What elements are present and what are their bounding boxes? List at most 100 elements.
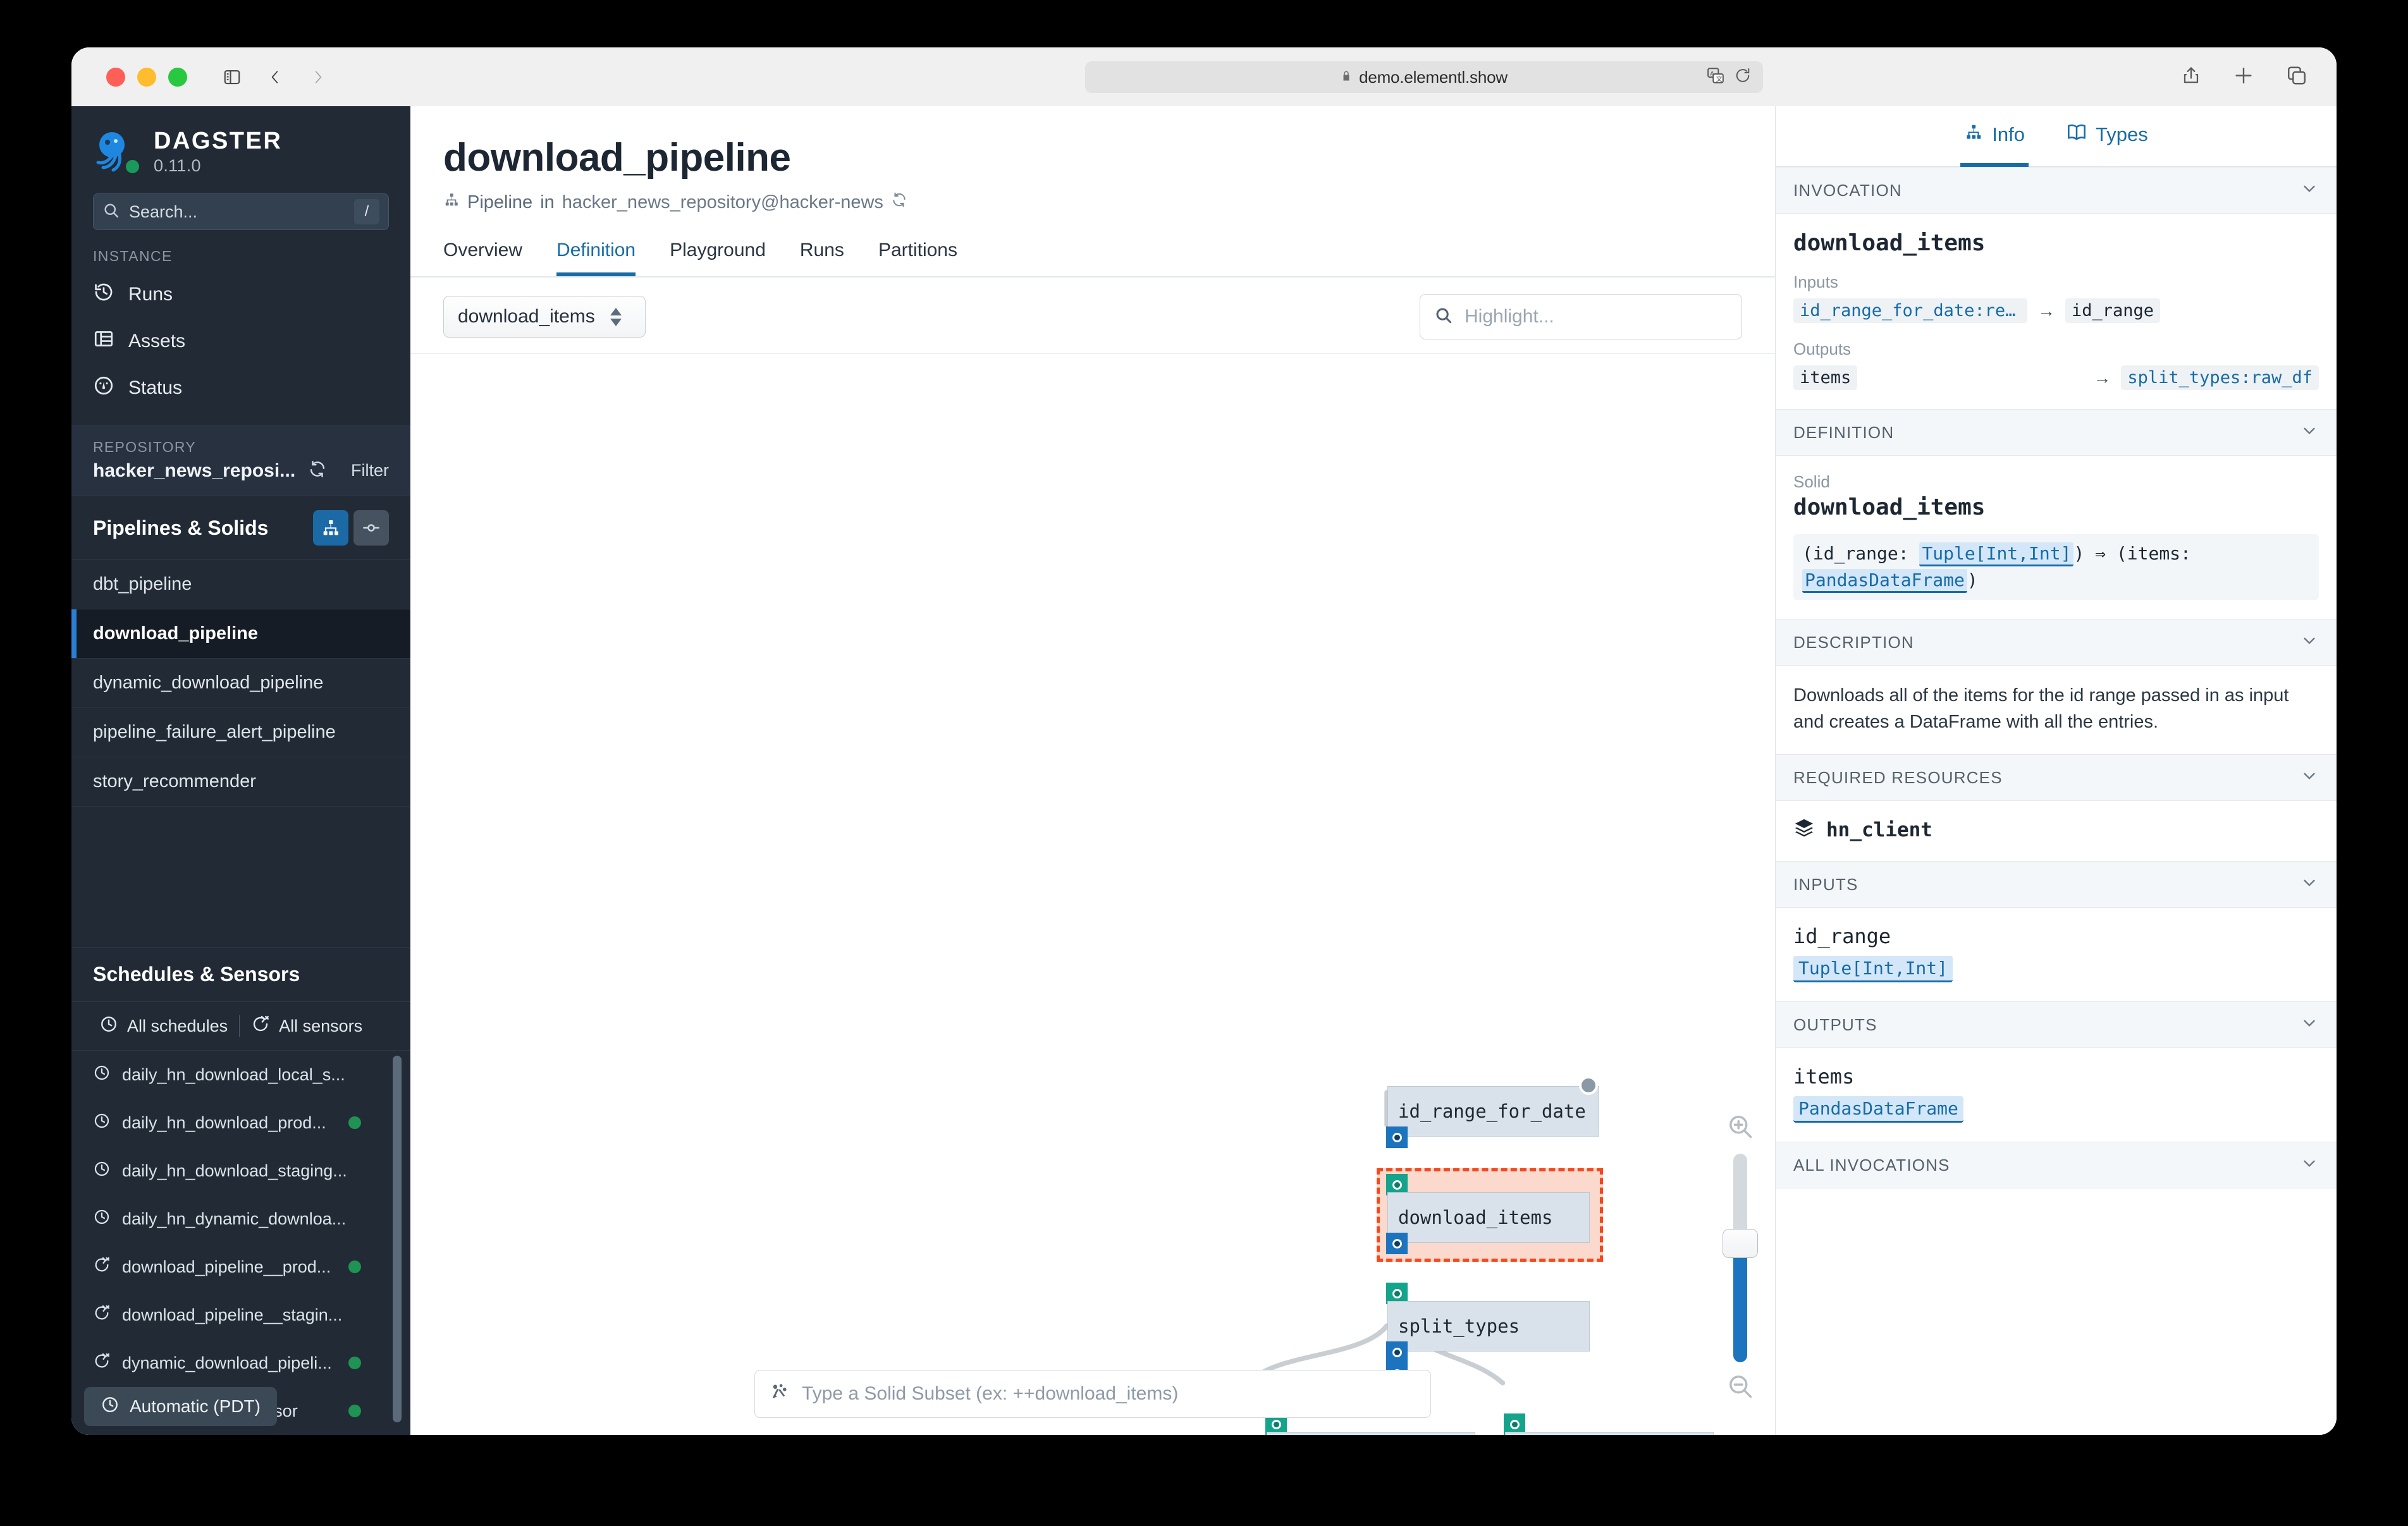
section-header-outputs[interactable]: OUTPUTS: [1776, 1001, 2337, 1049]
tab-overview[interactable]: Overview: [443, 240, 522, 276]
back-icon[interactable]: [261, 63, 290, 92]
sidebar-scrollbar[interactable]: [393, 1056, 402, 1422]
window-controls[interactable]: [106, 67, 187, 87]
layers-icon: [1793, 817, 1815, 842]
tab-types-label: Types: [2096, 123, 2148, 145]
graph-node-split_types[interactable]: split_types: [1387, 1301, 1590, 1352]
list-item[interactable]: daily_hn_download_local_s...: [71, 1051, 410, 1099]
tab-definition[interactable]: Definition: [556, 240, 636, 276]
close-window-button[interactable]: [106, 67, 125, 87]
breadcrumb-repository[interactable]: hacker_news_repository@hacker-news: [562, 192, 883, 213]
tab-info[interactable]: Info: [1960, 106, 2029, 167]
brand-block[interactable]: DAGSTER 0.11.0: [71, 106, 410, 182]
refresh-icon[interactable]: [891, 192, 907, 213]
list-item[interactable]: download_pipeline__stagin...: [71, 1291, 410, 1339]
tab-types[interactable]: Types: [2063, 106, 2152, 167]
chevron-down-icon: [2300, 421, 2319, 444]
output-port[interactable]: [1386, 1126, 1408, 1148]
zoom-in-icon[interactable]: [1726, 1113, 1754, 1144]
sidebar-item-assets[interactable]: Assets: [71, 318, 410, 365]
tab-overview-icon[interactable]: [2286, 64, 2307, 89]
plus-icon[interactable]: [2233, 64, 2254, 89]
section-label: ALL INVOCATIONS: [1793, 1155, 1950, 1175]
signature-type-dataframe[interactable]: PandasDataFrame: [1802, 569, 1967, 593]
list-item[interactable]: daily_hn_dynamic_downloa...: [71, 1195, 410, 1243]
address-bar[interactable]: demo.elementl.show A 文: [1085, 61, 1763, 93]
all-sensors-link[interactable]: All sensors: [240, 1015, 374, 1038]
section-header-definition[interactable]: DEFINITION: [1776, 409, 2337, 456]
graph-node-id_range_for_date[interactable]: id_range_for_date: [1387, 1086, 1599, 1137]
section-header-description[interactable]: DESCRIPTION: [1776, 619, 2337, 666]
pipeline-item-pipeline_failure_alert_pipeline[interactable]: pipeline_failure_alert_pipeline: [71, 708, 410, 757]
sidebar-item-runs[interactable]: Runs: [71, 271, 410, 318]
signature-type-tuple[interactable]: Tuple[Int,Int]: [1919, 542, 2074, 566]
output-type-badge[interactable]: PandasDataFrame: [1793, 1096, 1963, 1123]
pipeline-item-story_recommender[interactable]: story_recommender: [71, 757, 410, 807]
section-label: INPUTS: [1793, 874, 1858, 894]
input-type-badge[interactable]: Tuple[Int,Int]: [1793, 956, 1953, 983]
highlight-placeholder: Highlight...: [1465, 306, 1554, 327]
share-icon[interactable]: [2181, 64, 2201, 90]
list-item[interactable]: download_pipeline__prod...: [71, 1243, 410, 1291]
search-placeholder: Search...: [129, 202, 198, 221]
sidebar-item-label: Assets: [128, 331, 186, 351]
clock-icon: [99, 1015, 118, 1038]
input-source-chip[interactable]: id_range_for_date:res…: [1793, 298, 2027, 323]
page-header: download_pipeline Pipeline in hacker_new…: [410, 106, 1775, 276]
schedules-sensors-tabs: All schedules All sensors: [71, 1001, 410, 1051]
pipeline-list: dbt_pipeline download_pipeline dynamic_d…: [71, 560, 410, 807]
section-header-required-resources[interactable]: REQUIRED RESOURCES: [1776, 754, 2337, 802]
list-item[interactable]: daily_hn_download_prod...: [71, 1099, 410, 1147]
search-icon: [102, 202, 120, 223]
timezone-button[interactable]: Automatic (PDT): [84, 1387, 277, 1426]
zoom-slider[interactable]: [1723, 1154, 1758, 1362]
sidebar-toggle-icon[interactable]: [218, 63, 247, 92]
section-header-invocation[interactable]: INVOCATION: [1776, 167, 2337, 214]
pipeline-graph-canvas[interactable]: id_range_for_date download_items split_t…: [410, 353, 1775, 1435]
section-header-all-invocations[interactable]: ALL INVOCATIONS: [1776, 1142, 2337, 1189]
chevron-down-icon: [2300, 631, 2319, 654]
tab-playground[interactable]: Playground: [670, 240, 766, 276]
search-input[interactable]: Search... /: [93, 193, 389, 230]
solid-select-dropdown[interactable]: download_items: [443, 296, 646, 338]
node-icon[interactable]: [353, 510, 389, 546]
solid-subset-bar: Type a Solid Subset (ex: ++download_item…: [410, 1353, 1775, 1435]
sidebar-item-status[interactable]: Status: [71, 365, 410, 412]
chevron-down-icon: [2300, 873, 2319, 896]
highlight-input[interactable]: Highlight...: [1420, 294, 1742, 339]
output-target-chip[interactable]: split_types:raw_df: [2121, 365, 2319, 390]
breadcrumb: Pipeline in hacker_news_repository@hacke…: [443, 192, 1742, 213]
clock-icon: [101, 1395, 120, 1419]
right-panel-tabs: Info Types: [1776, 106, 2337, 167]
resource-name[interactable]: hn_client: [1826, 819, 1932, 841]
graph-node-download_items[interactable]: download_items: [1387, 1192, 1590, 1243]
page-tabs: Overview Definition Playground Runs Part…: [443, 240, 1742, 276]
pipelines-solids-title: Pipelines & Solids: [93, 516, 269, 539]
list-item-label: dynamic_download_pipeli...: [122, 1353, 332, 1372]
list-item[interactable]: daily_hn_download_staging...: [71, 1147, 410, 1195]
repository-name[interactable]: hacker_news_reposi...: [93, 460, 295, 482]
solid-subset-input[interactable]: Type a Solid Subset (ex: ++download_item…: [754, 1370, 1431, 1418]
zoom-slider-thumb[interactable]: [1723, 1228, 1758, 1258]
tab-partitions[interactable]: Partitions: [878, 240, 957, 276]
tab-runs[interactable]: Runs: [800, 240, 844, 276]
refresh-icon[interactable]: [308, 460, 327, 482]
status-badge: [348, 1405, 361, 1417]
section-label: INVOCATION: [1793, 180, 1902, 200]
section-header-inputs[interactable]: INPUTS: [1776, 861, 2337, 908]
pipeline-item-download_pipeline[interactable]: download_pipeline: [71, 609, 410, 659]
forward-icon[interactable]: [304, 63, 333, 92]
repository-filter-button[interactable]: Filter: [351, 461, 389, 480]
translate-icon[interactable]: A 文: [1706, 66, 1725, 89]
sidebar-item-label: Runs: [128, 284, 173, 305]
maximize-window-button[interactable]: [168, 67, 187, 87]
pipeline-item-dbt_pipeline[interactable]: dbt_pipeline: [71, 560, 410, 609]
list-item[interactable]: dynamic_download_pipeli...: [71, 1339, 410, 1387]
all-schedules-link[interactable]: All schedules: [88, 1015, 239, 1038]
hierarchy-icon[interactable]: [313, 510, 348, 546]
reload-icon[interactable]: [1734, 67, 1752, 88]
arrow-icon: →: [2093, 367, 2111, 388]
minimize-window-button[interactable]: [137, 67, 156, 87]
output-port[interactable]: [1386, 1233, 1408, 1254]
pipeline-item-dynamic_download_pipeline[interactable]: dynamic_download_pipeline: [71, 659, 410, 708]
